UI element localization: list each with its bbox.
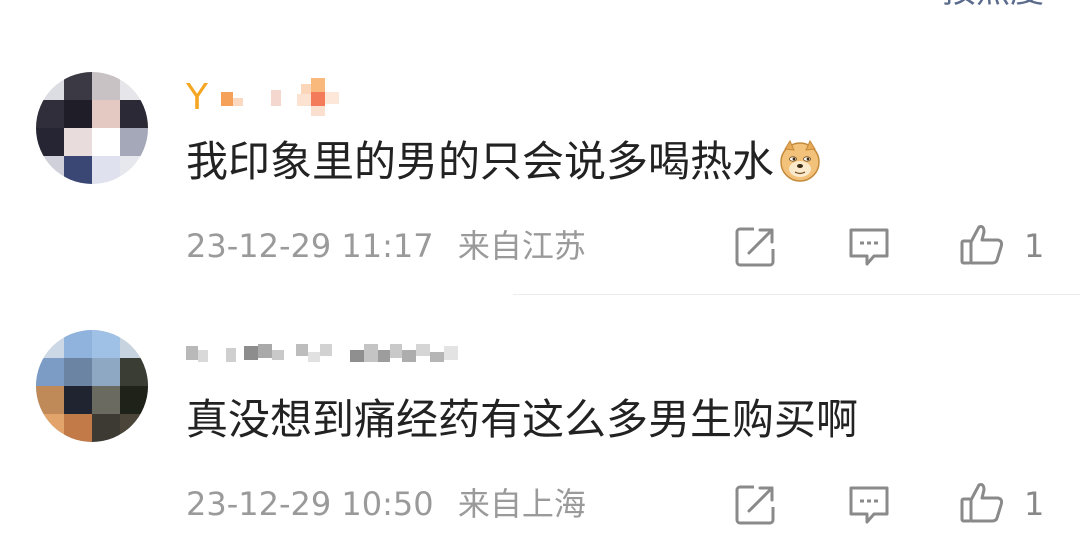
comment-meta: 23-12-29 11:17 来自江苏	[186, 226, 586, 266]
comment-text: 真没想到痛经药有这么多男生购买啊	[186, 395, 859, 444]
username-text: Y	[186, 77, 208, 118]
comment-text-content: 我印象里的男的只会说多喝热水	[186, 137, 775, 186]
divider	[513, 294, 1080, 295]
doge-icon	[780, 139, 820, 182]
like-count: 1	[1024, 485, 1045, 523]
location-label: 来自江苏	[457, 227, 586, 265]
timestamp: 23-12-29 10:50	[186, 485, 434, 523]
like-thumb-icon[interactable]	[958, 479, 1006, 527]
timestamp: 23-12-29 11:17	[186, 227, 434, 265]
reply-comment-icon[interactable]	[846, 482, 892, 528]
avatar[interactable]	[36, 72, 148, 184]
sort-by-hot-button[interactable]: 按热度	[942, 0, 1044, 8]
like-count: 1	[1024, 227, 1045, 265]
repost-icon[interactable]	[732, 224, 778, 270]
username[interactable]: Y	[186, 78, 379, 118]
like-thumb-icon[interactable]	[958, 221, 1006, 269]
username-mosaic-icon	[220, 78, 339, 116]
comment-text: 我印象里的男的只会说多喝热水	[186, 136, 822, 188]
location-label: 来自上海	[457, 485, 586, 523]
repost-icon[interactable]	[732, 482, 778, 528]
reply-comment-icon[interactable]	[846, 224, 892, 270]
avatar[interactable]	[36, 330, 148, 442]
comments-page: 按热度	[0, 0, 1080, 545]
username-mosaic-icon	[186, 344, 458, 362]
comment-meta: 23-12-29 10:50 来自上海	[186, 484, 586, 524]
username[interactable]	[186, 338, 476, 378]
